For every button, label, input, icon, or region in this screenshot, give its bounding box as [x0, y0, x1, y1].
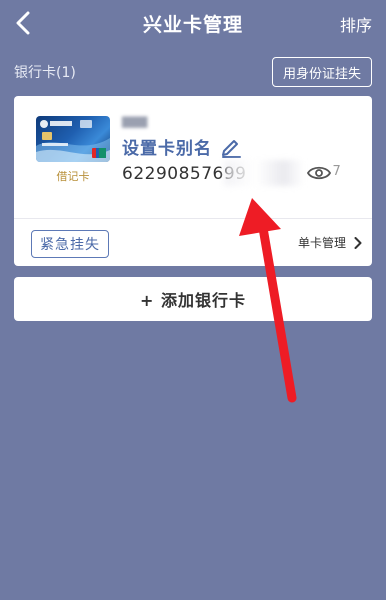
card-divider: [14, 218, 372, 219]
eye-icon[interactable]: [306, 164, 332, 186]
sort-button[interactable]: 排序: [340, 12, 372, 36]
card-owner-name: ▇▇▇: [122, 115, 148, 128]
top-bar: 兴业卡管理 排序: [0, 0, 386, 48]
emergency-report-loss-button[interactable]: 紧急挂失: [31, 230, 109, 258]
card-type-label: 借记卡: [56, 170, 90, 183]
single-card-management-label: 单卡管理: [297, 236, 346, 250]
bank-card-panel: 借记卡 ▇▇▇ 设置卡别名 62290857699 7 紧急挂失 单卡管理: [14, 96, 372, 266]
card-number-blur: [224, 160, 304, 186]
card-number-tail: 7: [332, 164, 342, 179]
page-title: 兴业卡管理: [142, 14, 243, 36]
card-alias-label: 设置卡别名: [122, 139, 212, 159]
card-image[interactable]: [36, 116, 110, 162]
report-loss-by-id-button[interactable]: 用身份证挂失: [271, 57, 372, 87]
single-card-management-button[interactable]: 单卡管理: [298, 234, 362, 251]
set-card-alias-button[interactable]: 设置卡别名: [122, 134, 242, 159]
pencil-icon: [220, 136, 242, 158]
add-bank-card-button[interactable]: + 添加银行卡: [14, 277, 372, 321]
chevron-right-icon: [354, 236, 362, 249]
bank-card-count-label: 银行卡(1): [14, 65, 76, 81]
